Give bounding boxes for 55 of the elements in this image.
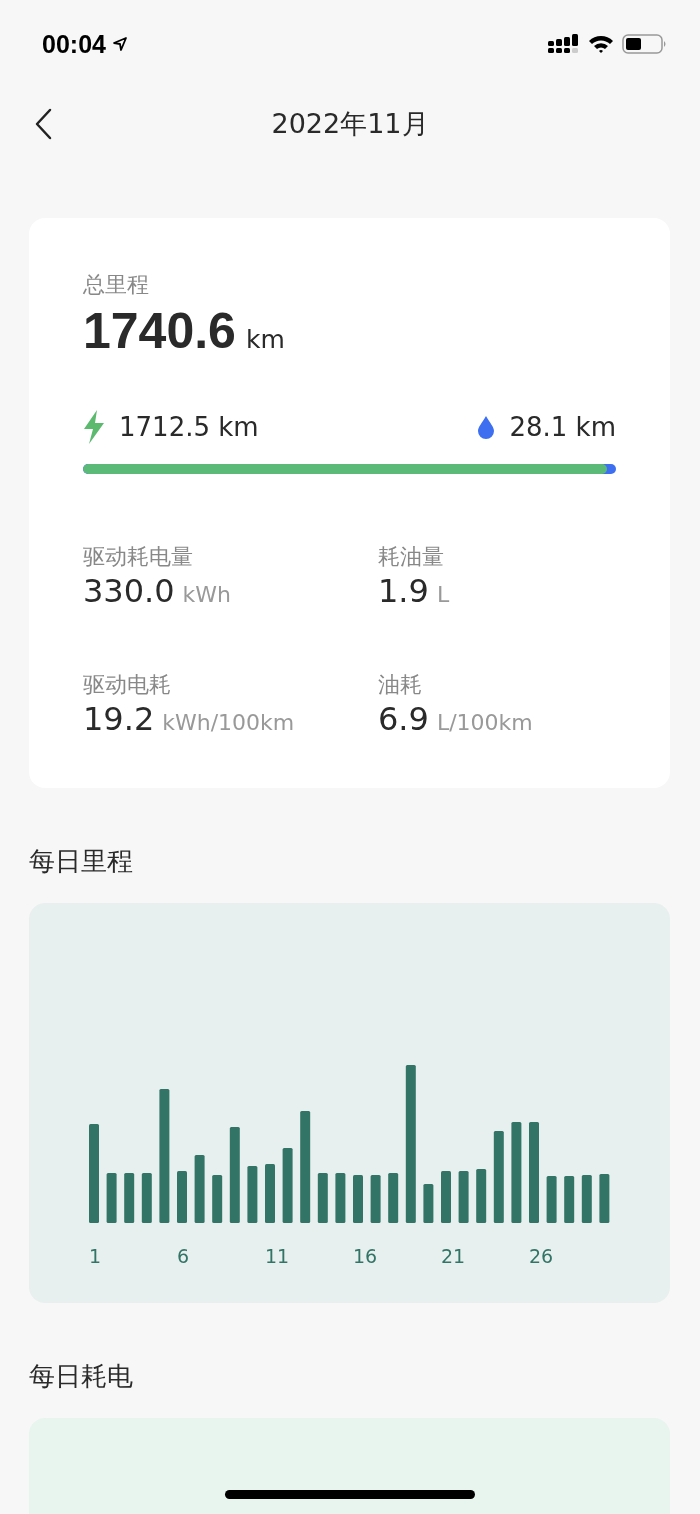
battery-icon [622, 33, 668, 55]
chart-bar [247, 1166, 258, 1223]
stat-unit: kWh [182, 582, 232, 607]
chart-bar [335, 1173, 346, 1223]
section-title: 每日耗电 [29, 1360, 134, 1393]
chart-bar [212, 1175, 223, 1223]
signal-icon [548, 34, 580, 54]
chart-bar [370, 1175, 381, 1223]
chart-bar [441, 1171, 451, 1223]
axis-label: 6 [177, 1245, 190, 1267]
chart-bar [476, 1169, 487, 1223]
section-title: 每日里程 [29, 845, 134, 878]
chart-bar [106, 1173, 117, 1223]
chart-bar [317, 1173, 328, 1223]
chart-bar [581, 1175, 592, 1223]
axis-label: 16 [353, 1245, 378, 1267]
stat-value: 330.0 [83, 572, 175, 610]
lightning-icon [83, 410, 105, 444]
chart-bar [177, 1171, 187, 1223]
stat-unit: L [436, 582, 450, 607]
chart-bar [564, 1176, 575, 1223]
back-icon[interactable] [34, 108, 54, 140]
fuel-distance: 28.1 km [509, 412, 616, 442]
chart-bar [353, 1175, 363, 1223]
axis-label: 21 [441, 1245, 466, 1267]
axis-label: 11 [265, 1245, 290, 1267]
wifi-icon [588, 34, 614, 54]
chart-bar [141, 1173, 152, 1223]
electric-distance: 1712.5 km [119, 412, 259, 442]
total-mileage-unit: km [245, 325, 285, 354]
chart-bar [124, 1173, 135, 1223]
chart-bar [599, 1174, 610, 1223]
total-mileage-label: 总里程 [83, 271, 150, 299]
status-time: 00:04 [42, 29, 106, 59]
page-title: 2022年11月 [271, 107, 429, 141]
chart-bar [265, 1164, 275, 1223]
chart-bar [423, 1184, 434, 1223]
stat-label: 驱动耗电量 [83, 543, 194, 571]
axis-label: 1 [89, 1245, 102, 1267]
stat-label: 驱动电耗 [83, 671, 172, 699]
stat-value: 6.9 [378, 700, 429, 738]
stat-label: 油耗 [378, 671, 423, 699]
location-arrow-icon [111, 36, 128, 52]
chart-bar [546, 1176, 557, 1223]
stat-unit: kWh/100km [162, 710, 295, 735]
stat-unit: L/100km [436, 710, 533, 735]
stat-value: 19.2 [83, 700, 155, 738]
total-mileage-value: 1740.6 [83, 302, 236, 360]
drop-icon [477, 415, 496, 439]
chart-bar [458, 1171, 469, 1223]
chart-bar [388, 1173, 399, 1223]
chart-bar [194, 1155, 205, 1223]
stat-value: 1.9 [378, 572, 429, 610]
axis-label: 26 [529, 1245, 554, 1267]
stat-label: 耗油量 [378, 543, 445, 571]
